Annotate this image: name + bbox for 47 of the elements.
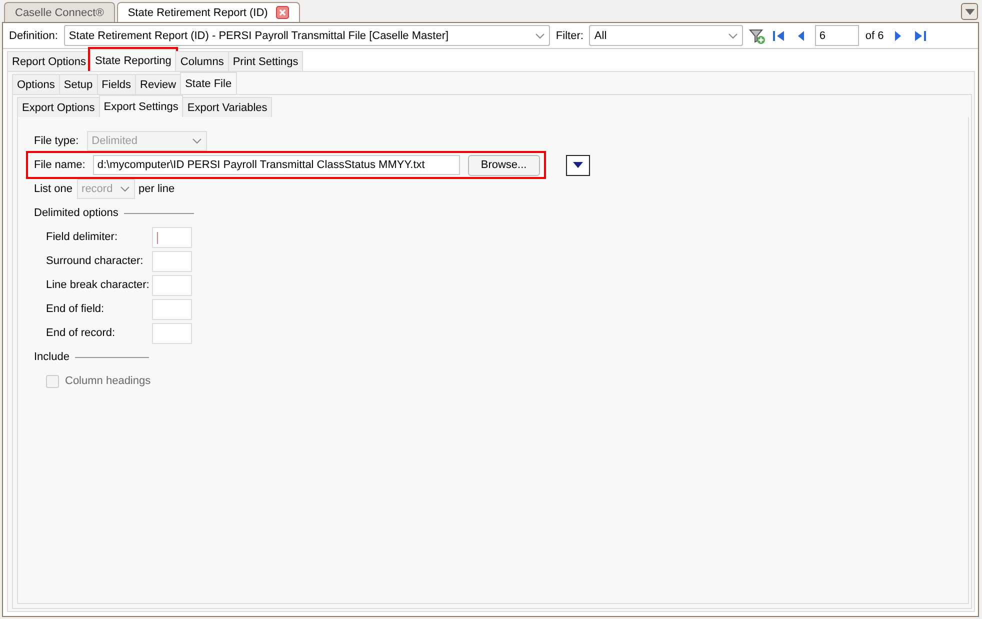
section-title: Delimited options [34,207,118,219]
document-tab[interactable]: State Retirement Report (ID) [116,2,300,22]
tab[interactable]: Export Variables [182,97,272,117]
field-label: End of field: [46,303,106,315]
input-field[interactable] [152,274,192,296]
tab[interactable]: State File [180,72,237,94]
file-type-label: File type: [34,135,79,147]
field-label: Field delimiter: [46,231,119,243]
chevron-icon [534,32,545,38]
checkbox-label: Column headings [65,375,151,387]
tab[interactable]: State Reporting [90,49,176,71]
input-field[interactable] [152,250,192,272]
input-field[interactable] [152,322,192,344]
tab[interactable]: Setup [58,74,98,94]
chevron-icon [192,138,202,144]
input-field[interactable] [152,226,192,248]
field-label: Surround character: [46,255,144,267]
page-count: of 6 [865,30,884,42]
menu-button[interactable] [961,3,978,20]
page-number-field[interactable]: 6 [815,25,860,46]
chevron-icon [728,32,738,38]
definition-label: Definition: [9,30,58,42]
filter-add-icon[interactable] [749,28,766,44]
dropdown-button[interactable] [566,154,590,176]
caret-icon[interactable] [573,162,583,168]
filter-label: Filter: [556,30,584,42]
list-one-label: List one [34,183,73,195]
tab[interactable]: Review [135,74,182,94]
per-line-label: per line [138,183,175,195]
field-label: Line break character: [46,279,150,291]
browse-button[interactable]: Browse... [468,154,540,176]
file-name-field[interactable]: d:\mycomputer\ID PERSI Payroll Transmittal ClassStatus MMYY.txt [93,155,460,175]
tab[interactable]: Fields [96,74,136,94]
tab[interactable]: Export Options [17,97,100,117]
tab[interactable]: Columns [175,51,229,71]
definition-dropdown[interactable]: State Retirement Report (ID) - PERSI Payroll Transmittal File [Caselle Master] [64,25,550,46]
input-field[interactable] [152,298,192,320]
filter-dropdown[interactable]: All [589,25,744,46]
tab[interactable]: Print Settings [228,51,304,71]
tab[interactable]: Report Options [7,51,91,71]
chevron-icon [120,186,130,192]
file-name-label: File name: [34,159,86,171]
document-tab[interactable]: Caselle Connect® [4,2,115,22]
tab[interactable]: Options [12,74,60,94]
close-icon[interactable] [276,6,289,19]
section-title: Include [34,351,70,363]
field-label: End of record: [46,327,116,339]
